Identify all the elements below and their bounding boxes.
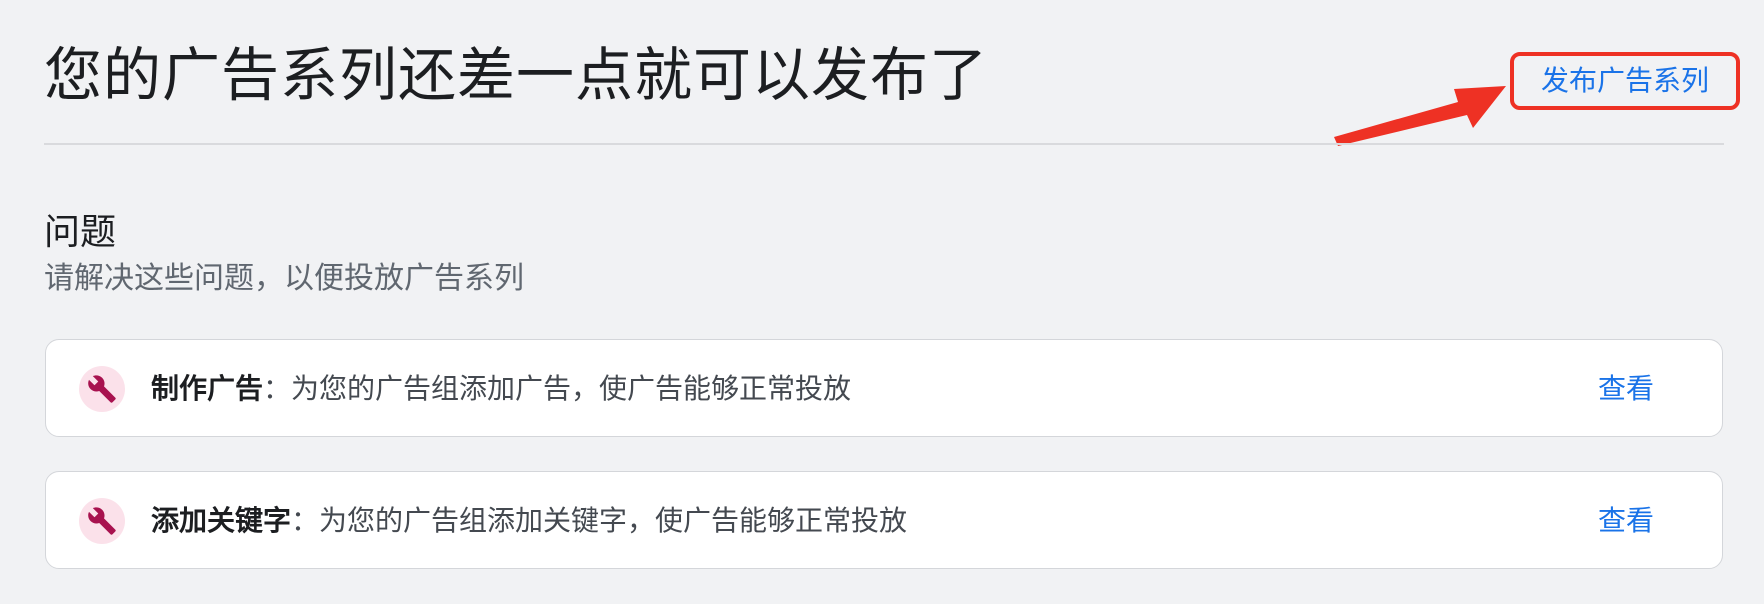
- issue-separator: ：: [291, 504, 320, 537]
- publish-campaign-button[interactable]: 发布广告系列: [1516, 58, 1734, 104]
- issues-section-subtitle: 请解决这些问题，以便投放广告系列: [44, 261, 524, 296]
- header-divider: [44, 143, 1724, 145]
- view-issue-link[interactable]: 查看: [1598, 340, 1654, 438]
- wrench-icon: [79, 498, 125, 544]
- issue-text: 制作广告：为您的广告组添加广告，使广告能够正常投放: [151, 340, 851, 438]
- issue-name: 添加关键字: [151, 504, 292, 537]
- page-title: 您的广告系列还差一点就可以发布了: [44, 41, 989, 109]
- issues-section-title: 问题: [44, 212, 117, 253]
- view-issue-link[interactable]: 查看: [1598, 472, 1654, 570]
- issue-description: 为您的广告组添加广告，使广告能够正常投放: [291, 372, 852, 405]
- issue-name: 制作广告: [151, 372, 264, 405]
- annotation-arrow: [1334, 86, 1506, 146]
- issue-card-add-keywords: 添加关键字：为您的广告组添加关键字，使广告能够正常投放 查看: [45, 471, 1723, 569]
- issue-card-create-ad: 制作广告：为您的广告组添加广告，使广告能够正常投放 查看: [45, 339, 1723, 437]
- issue-description: 为您的广告组添加关键字，使广告能够正常投放: [319, 504, 908, 537]
- wrench-icon: [79, 366, 125, 412]
- issue-separator: ：: [263, 372, 292, 405]
- issue-text: 添加关键字：为您的广告组添加关键字，使广告能够正常投放: [151, 472, 907, 570]
- campaign-review-page: 您的广告系列还差一点就可以发布了 发布广告系列 问题 请解决这些问题，以便投放广…: [0, 0, 1764, 604]
